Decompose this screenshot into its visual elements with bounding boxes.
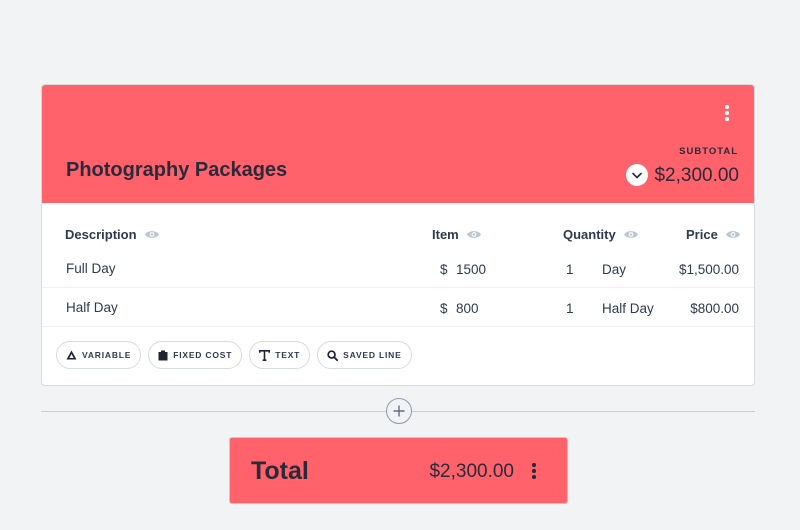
chip-label: VARIABLE xyxy=(82,350,132,360)
row-currency: $ xyxy=(440,301,448,316)
column-header-price: Price xyxy=(686,227,741,242)
column-header-item: Item xyxy=(432,227,482,242)
plus-icon xyxy=(393,405,405,417)
column-header-quantity: Quantity xyxy=(563,227,639,242)
row-price: $800.00 xyxy=(690,301,739,316)
section-header: Photography Packages SUBTOTAL $2,300.00 xyxy=(42,85,754,203)
row-currency: $ xyxy=(440,262,448,277)
total-box: Total $2,300.00 xyxy=(229,437,568,504)
search-icon xyxy=(327,349,339,361)
column-label: Description xyxy=(65,227,137,242)
total-more-icon[interactable] xyxy=(526,461,542,481)
add-variable-button[interactable]: VARIABLE xyxy=(56,341,142,369)
add-text-button[interactable]: TEXT xyxy=(249,341,311,369)
chip-label: SAVED LINE xyxy=(343,350,402,360)
row-price: $1,500.00 xyxy=(678,262,739,277)
subtotal-label: SUBTOTAL xyxy=(679,146,738,157)
row-quantity[interactable]: 1 xyxy=(566,301,574,316)
total-value: $2,300.00 xyxy=(429,461,514,482)
triangle-icon xyxy=(66,350,77,360)
column-label: Price xyxy=(686,227,718,242)
section-card: Photography Packages SUBTOTAL $2,300.00 … xyxy=(41,84,755,386)
row-unit[interactable]: Half Day xyxy=(602,301,654,316)
section-title: Photography Packages xyxy=(66,159,288,181)
row-unit[interactable]: Day xyxy=(602,262,626,277)
column-label: Quantity xyxy=(563,227,616,242)
chip-label: TEXT xyxy=(275,350,301,360)
column-header-description: Description xyxy=(65,227,160,242)
section-more-icon[interactable] xyxy=(719,103,735,123)
eye-icon[interactable] xyxy=(466,229,482,240)
chevron-down-icon[interactable] xyxy=(626,164,648,186)
eye-icon[interactable] xyxy=(623,229,639,240)
row-item-value[interactable]: 1500 xyxy=(456,262,486,277)
subtotal-value: $2,300.00 xyxy=(654,165,739,186)
add-section-button[interactable] xyxy=(386,398,412,424)
add-fixed-cost-button[interactable]: FIXED COST xyxy=(148,341,243,369)
row-divider xyxy=(42,326,754,327)
eye-icon[interactable] xyxy=(144,229,160,240)
add-line-options: VARIABLE FIXED COST TEXT SAVED LINE xyxy=(56,341,412,369)
row-item-value[interactable]: 800 xyxy=(456,301,479,316)
row-quantity[interactable]: 1 xyxy=(566,262,574,277)
eye-icon[interactable] xyxy=(725,229,741,240)
block-icon xyxy=(158,350,168,360)
row-divider xyxy=(42,287,754,288)
total-label: Total xyxy=(251,457,309,485)
row-description[interactable]: Full Day xyxy=(66,261,116,276)
row-description[interactable]: Half Day xyxy=(66,300,118,315)
text-icon xyxy=(259,349,271,361)
column-label: Item xyxy=(432,227,459,242)
chip-label: FIXED COST xyxy=(173,350,233,360)
add-saved-line-button[interactable]: SAVED LINE xyxy=(317,341,412,369)
